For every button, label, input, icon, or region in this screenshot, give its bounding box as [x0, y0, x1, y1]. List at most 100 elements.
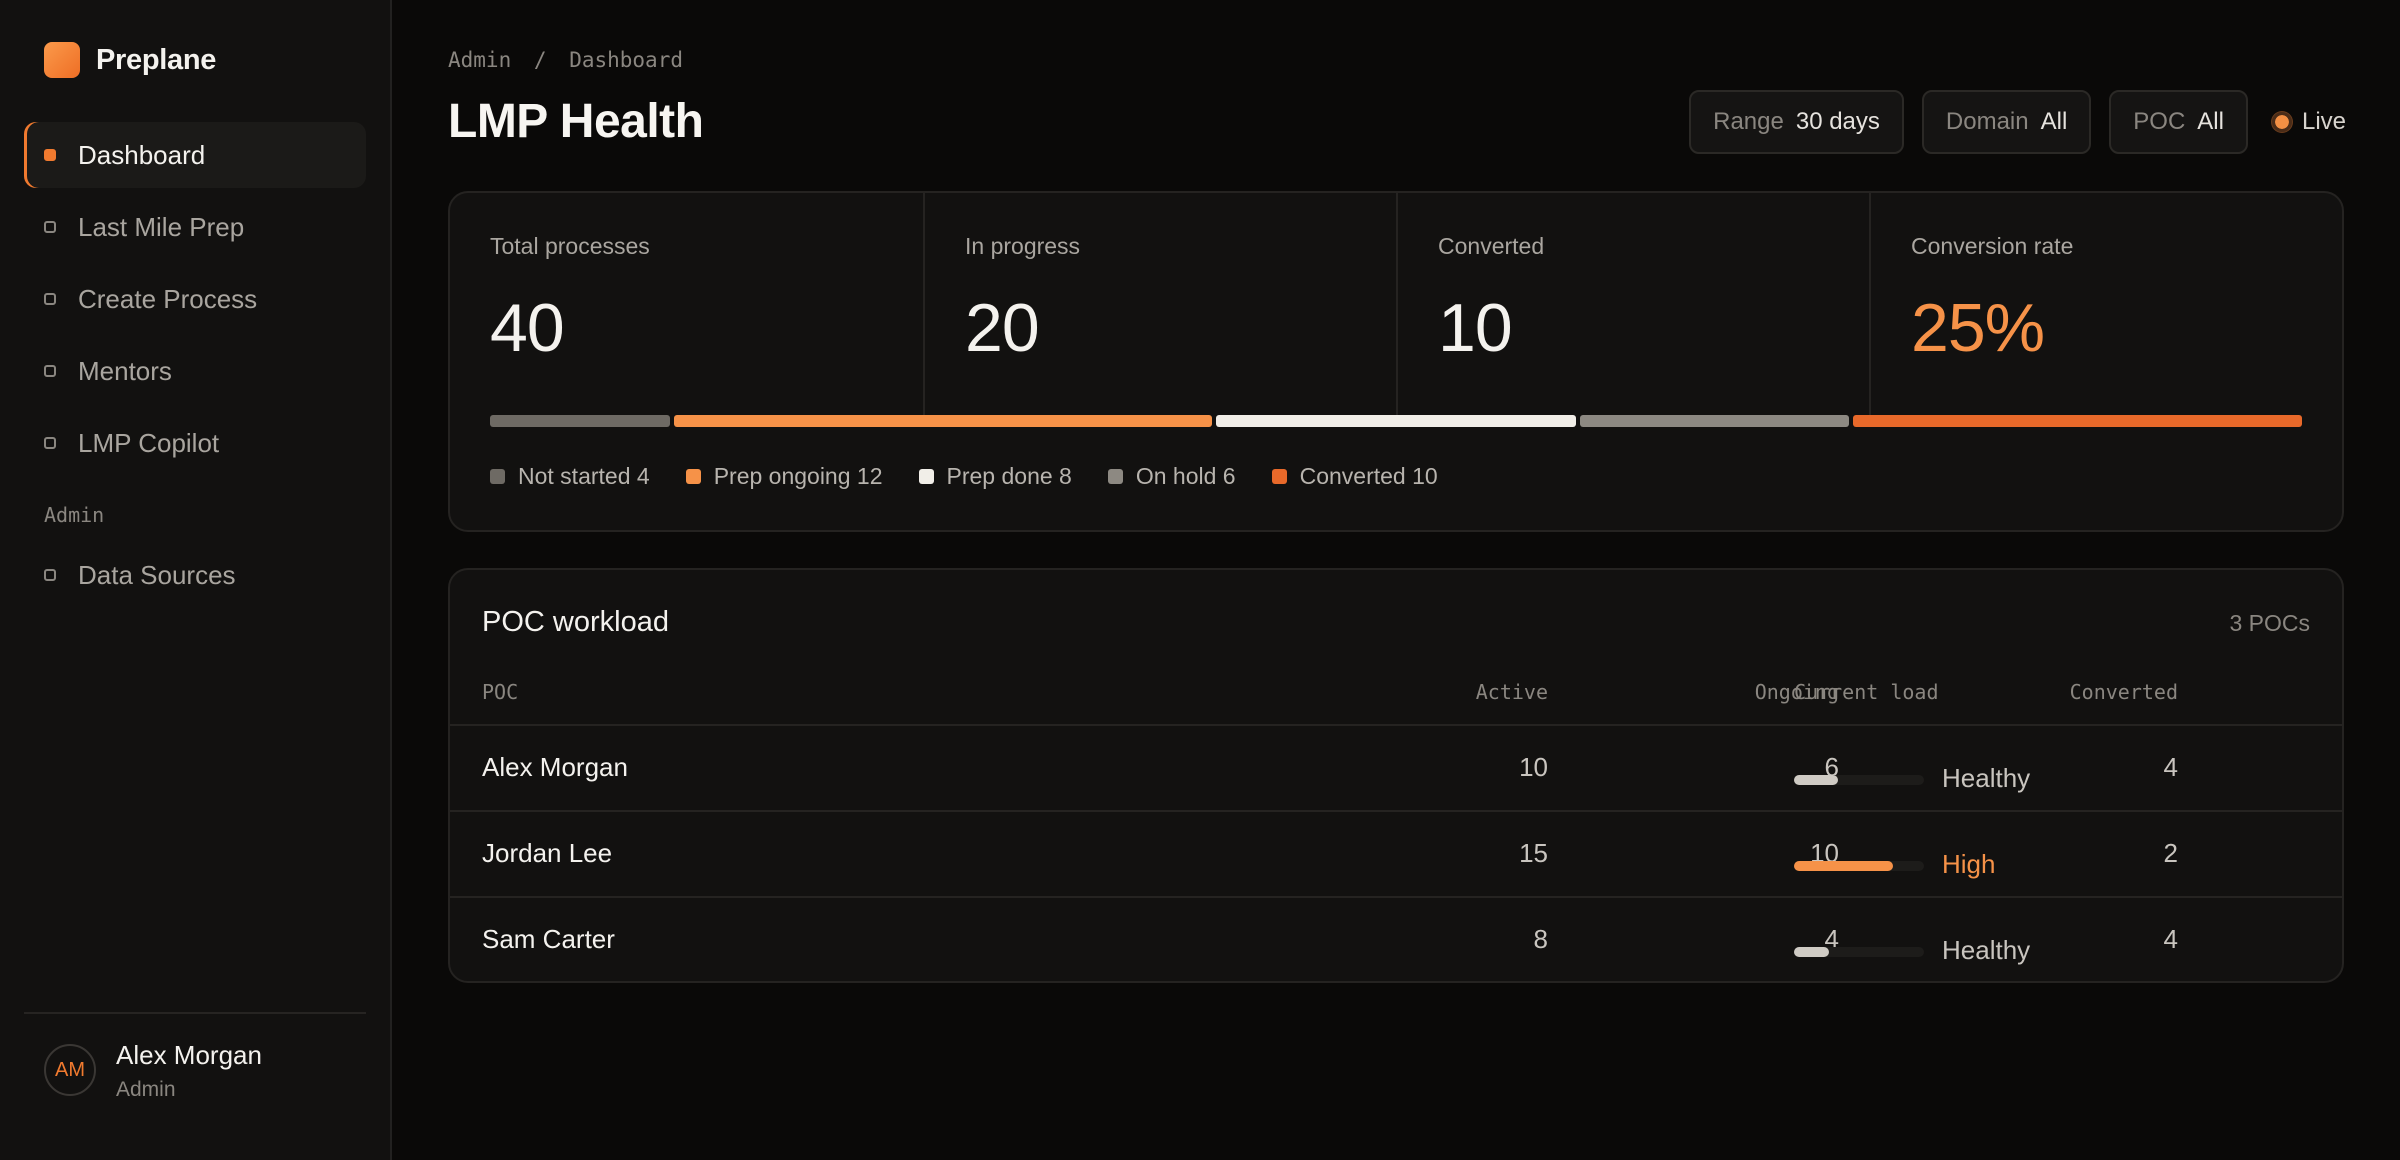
- active-count: 8: [1533, 924, 1548, 954]
- filter-value: All: [2040, 108, 2068, 135]
- stat-label: In progress: [965, 233, 1081, 259]
- square-dot-icon: [44, 149, 56, 161]
- sidebar-item-dashboard[interactable]: Dashboard: [24, 122, 366, 188]
- workload-count: 3 POCs: [2229, 610, 2310, 636]
- poc-name: Alex Morgan: [482, 752, 628, 782]
- sidebar-item-lmp-copilot[interactable]: LMP Copilot: [24, 410, 366, 476]
- breadcrumb-parent[interactable]: Admin: [448, 48, 511, 72]
- live-dot-icon: [2271, 112, 2292, 132]
- legend-label: On hold: [1135, 463, 1217, 489]
- stat-conversion-rate: Conversion rate 25%: [1869, 193, 2344, 415]
- stat-in-progress: In progress 20: [923, 193, 1396, 415]
- square-dot-icon: [44, 221, 56, 233]
- sidebar-item-label: Mentors: [78, 355, 172, 386]
- sidebar-item-label: Create Process: [78, 283, 258, 314]
- filter-value: 30 days: [1795, 108, 1880, 135]
- column-header-converted[interactable]: Converted: [2058, 680, 2178, 704]
- stats-card: Total processes 40 In progress 20 Conver…: [448, 191, 2344, 532]
- load-track: [1794, 860, 1924, 871]
- stat-label: Converted: [1438, 233, 1545, 259]
- legend-label: Converted: [1299, 463, 1406, 489]
- legend-label: Prep done: [946, 463, 1053, 489]
- converted-count: 2: [2163, 838, 2178, 868]
- legend-count: 12: [856, 463, 883, 489]
- legend-count: 4: [636, 463, 650, 489]
- load-label: High: [1942, 849, 1996, 879]
- filter-label: POC: [2133, 108, 2186, 135]
- stat-value: 10: [1438, 290, 1513, 366]
- square-dot-icon: [44, 437, 56, 449]
- table-row[interactable]: Sam Carter 8 4 4 Healthy: [450, 898, 2342, 981]
- legend-item-prep-done: Prep done 8: [918, 463, 1072, 490]
- user-profile[interactable]: AM Alex Morgan Admin: [24, 1012, 366, 1160]
- status-legend: Not started 4 Prep ongoing 12 Prep done …: [490, 463, 1474, 490]
- column-header-poc[interactable]: POC: [482, 680, 518, 704]
- domain-filter[interactable]: Domain All: [1921, 90, 2092, 154]
- poc-name: Jordan Lee: [482, 838, 613, 868]
- sidebar: Preplane Dashboard Last Mile Prep Create…: [0, 0, 392, 1160]
- progress-segment-prep-ongoing: [673, 415, 1213, 427]
- load-indicator: Healthy: [1794, 935, 2031, 967]
- stat-converted: Converted 10: [1396, 193, 1869, 415]
- progress-segment-not-started: [490, 415, 670, 427]
- legend-count: 10: [1412, 463, 1438, 489]
- table-header: POC Active Ongoing Converted Current loa…: [450, 672, 2342, 726]
- legend-swatch: [685, 469, 701, 484]
- sidebar-item-mentors[interactable]: Mentors: [24, 338, 366, 404]
- load-fill: [1794, 774, 1839, 785]
- legend-swatch: [1271, 469, 1287, 484]
- user-name: Alex Morgan: [116, 1040, 262, 1070]
- legend-item-prep-ongoing: Prep ongoing 12: [685, 463, 883, 490]
- poc-name: Sam Carter: [482, 924, 615, 954]
- live-label: Live: [2301, 108, 2346, 135]
- active-count: 15: [1519, 838, 1548, 868]
- sidebar-section-admin: Admin: [44, 503, 105, 527]
- load-fill: [1794, 860, 1893, 871]
- progress-segment-on-hold: [1579, 415, 1849, 427]
- legend-swatch: [490, 469, 505, 484]
- poc-workload-card: POC workload 3 POCs POC Active Ongoing C…: [448, 568, 2344, 983]
- preplane-logo-icon: [44, 42, 80, 78]
- sidebar-item-label: Dashboard: [78, 139, 206, 170]
- sidebar-item-label: Last Mile Prep: [78, 211, 245, 242]
- column-header-active[interactable]: Active: [1428, 680, 1548, 704]
- load-indicator: High: [1794, 849, 1996, 881]
- brand[interactable]: Preplane: [44, 42, 216, 78]
- brand-name: Preplane: [96, 43, 217, 76]
- filter-label: Domain: [1945, 108, 2029, 135]
- breadcrumb-current: Dashboard: [569, 48, 683, 72]
- legend-item-not-started: Not started 4: [490, 463, 650, 490]
- legend-item-on-hold: On hold 6: [1107, 463, 1236, 490]
- breadcrumb-separator: /: [533, 48, 547, 72]
- converted-count: 4: [2163, 752, 2178, 782]
- sidebar-item-last-mile-prep[interactable]: Last Mile Prep: [24, 194, 366, 260]
- user-role: Admin: [116, 1078, 176, 1101]
- poc-filter[interactable]: POC All: [2109, 90, 2248, 154]
- sidebar-item-create-process[interactable]: Create Process: [24, 266, 366, 332]
- square-dot-icon: [44, 365, 56, 377]
- legend-swatch: [1107, 469, 1123, 484]
- column-header-current-load[interactable]: Current load: [1794, 680, 1939, 704]
- filter-label: Range: [1713, 108, 1784, 135]
- legend-label: Prep ongoing: [713, 463, 851, 489]
- load-track: [1794, 946, 1924, 957]
- stat-value: 40: [490, 290, 565, 366]
- sidebar-item-data-sources[interactable]: Data Sources: [24, 542, 366, 608]
- stat-value: 25%: [1911, 290, 2045, 366]
- stat-total-processes: Total processes 40: [450, 193, 923, 415]
- load-track: [1794, 774, 1924, 785]
- range-filter[interactable]: Range 30 days: [1689, 90, 1904, 154]
- load-indicator: Healthy: [1794, 763, 2031, 795]
- legend-item-converted: Converted 10: [1271, 463, 1438, 490]
- sidebar-item-label: LMP Copilot: [78, 427, 220, 458]
- legend-label: Not started: [518, 463, 631, 489]
- legend-swatch: [918, 469, 934, 484]
- table-row[interactable]: Jordan Lee 15 10 2 High: [450, 812, 2342, 898]
- load-label: Healthy: [1942, 763, 2031, 793]
- legend-count: 8: [1059, 463, 1072, 489]
- load-label: Healthy: [1942, 935, 2031, 965]
- square-dot-icon: [44, 569, 56, 581]
- stat-label: Total processes: [490, 233, 650, 259]
- legend-count: 6: [1222, 463, 1236, 489]
- table-row[interactable]: Alex Morgan 10 6 4 Healthy: [450, 726, 2342, 812]
